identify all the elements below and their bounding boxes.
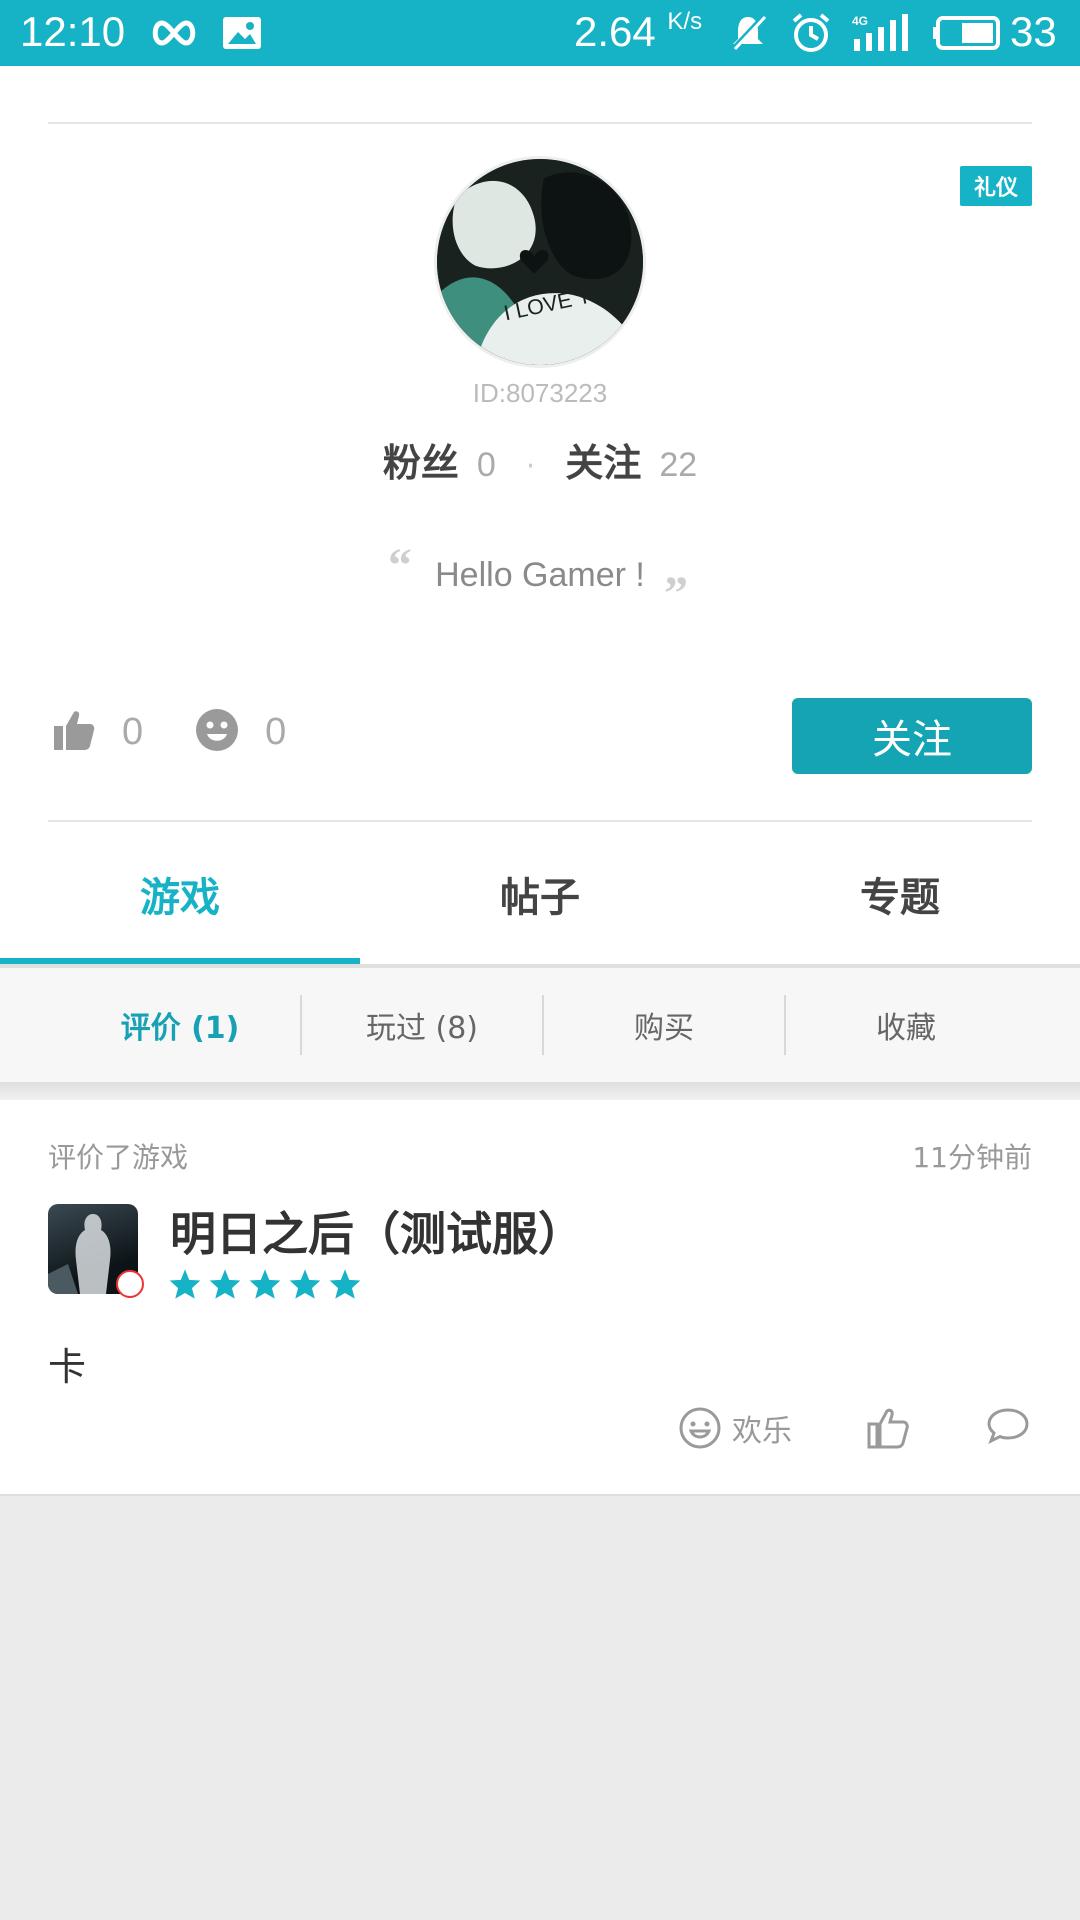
star-icon — [209, 1269, 241, 1299]
happy-reaction-button[interactable]: 欢乐 — [678, 1406, 792, 1450]
review-time: 11分钟前 — [912, 1141, 1032, 1174]
signal-4g-icon: 4G — [852, 12, 910, 54]
thumbs-up-icon — [52, 708, 96, 756]
tab-games[interactable]: 游戏 — [0, 822, 360, 966]
tab-posts[interactable]: 帖子 — [360, 822, 720, 966]
subtab-purchased[interactable]: 购买 — [544, 1003, 784, 1047]
game-title[interactable]: 明日之后（测试服） — [170, 1198, 584, 1264]
fans-count[interactable]: 0 — [477, 446, 496, 485]
game-icon[interactable] — [48, 1204, 144, 1298]
etiquette-badge[interactable]: 礼仪 — [960, 166, 1032, 206]
follow-button[interactable]: 关注 — [792, 698, 1032, 774]
subtab-played[interactable]: 玩过 (8) — [302, 1003, 542, 1047]
mute-bell-icon — [728, 12, 768, 54]
comment-button[interactable] — [986, 1406, 1030, 1446]
review-actions: 欢乐 — [0, 1406, 1080, 1466]
battery-icon — [932, 12, 1002, 54]
status-time: 12:10 — [20, 8, 126, 55]
review-action: 评价了游戏 — [48, 1141, 189, 1174]
review-text: 卡 — [48, 1345, 87, 1389]
star-icon — [169, 1269, 201, 1299]
svg-text:4G: 4G — [852, 14, 868, 28]
comment-icon — [987, 1408, 1029, 1445]
status-bar: 12:10 2.64 K/s 4G 33 — [0, 0, 1080, 66]
likes-count: 0 — [122, 710, 144, 753]
battery-level: 33 — [1010, 8, 1057, 55]
infinity-icon — [148, 12, 200, 54]
subtab-favorites[interactable]: 收藏 — [786, 1003, 1026, 1047]
follow-stats: 粉丝 0 · 关注 22 — [0, 432, 1080, 487]
smiles-count: 0 — [265, 710, 287, 753]
profile-reactions: 0 0 — [52, 708, 338, 756]
main-tabs: 游戏 帖子 专题 — [0, 822, 1080, 966]
tab-topics[interactable]: 专题 — [720, 822, 1080, 966]
smile-reaction[interactable]: 0 — [195, 708, 286, 756]
separator-dot: · — [525, 449, 536, 484]
avatar[interactable]: I LOVE YOU — [434, 156, 646, 368]
fans-label[interactable]: 粉丝 — [383, 432, 459, 487]
following-count[interactable]: 22 — [659, 446, 697, 485]
image-icon — [222, 12, 262, 54]
top-divider — [48, 122, 1032, 124]
network-speed: 2.64 K/s — [574, 8, 703, 55]
user-id: ID:8073223 — [472, 378, 608, 408]
thumbs-up-outline-icon — [867, 1408, 909, 1449]
star-icon — [329, 1269, 361, 1299]
close-quote-icon: ” — [664, 567, 688, 620]
subtabs-shadow — [0, 1082, 1080, 1100]
empty-content-area — [0, 1494, 1080, 1920]
review-card[interactable]: 评价了游戏 11分钟前 明日之后（测试服） 卡 欢乐 — [0, 1100, 1080, 1494]
rating-stars — [168, 1268, 368, 1300]
alarm-icon — [790, 12, 832, 54]
following-label[interactable]: 关注 — [565, 432, 641, 487]
sub-tabs: 评价 (1) 玩过 (8) 购买 收藏 — [0, 968, 1080, 1082]
smile-outline-icon — [679, 1407, 721, 1449]
publisher-badge-icon — [116, 1270, 144, 1298]
subtab-reviews[interactable]: 评价 (1) — [60, 1003, 300, 1047]
star-icon — [249, 1269, 281, 1299]
motto: Hello Gamer ! — [435, 556, 645, 594]
happy-reaction-label: 欢乐 — [732, 1414, 792, 1449]
like-button[interactable] — [866, 1406, 910, 1450]
smile-icon — [195, 708, 239, 756]
like-reaction[interactable]: 0 — [52, 708, 143, 756]
star-icon — [289, 1269, 321, 1299]
